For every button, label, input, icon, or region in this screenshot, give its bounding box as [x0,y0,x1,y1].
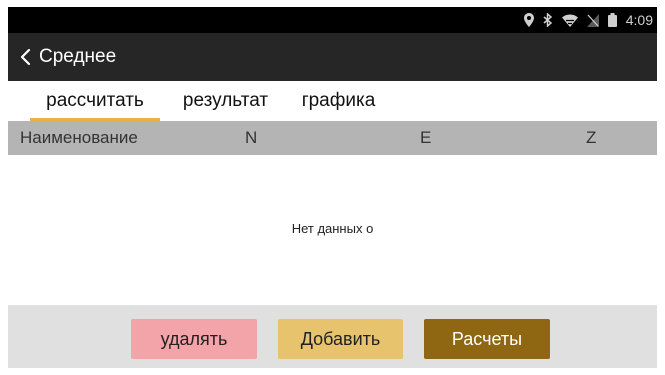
no-sim-icon [586,13,599,27]
page-title: Среднее [39,46,117,67]
status-bar: 4:09 [8,7,657,33]
table-header: Наименование N E Z [8,121,657,155]
app-bar: Среднее [8,33,657,81]
wifi-icon [561,14,578,27]
battery-icon [607,13,617,27]
app-screen: 4:09 Среднее рассчитать результат график… [8,7,657,368]
tab-bar: рассчитать результат графика [8,81,657,121]
empty-state-message: Нет данных о [291,221,374,236]
action-bar: удалять Добавить Расчеты [8,305,657,368]
table-body: Нет данных о [8,155,657,305]
bluetooth-icon [543,13,553,27]
column-header-z: Z [586,128,597,147]
tab-calculate[interactable]: рассчитать [30,81,160,121]
delete-button[interactable]: удалять [131,319,257,359]
column-header-name: Наименование [20,128,138,147]
tab-graphics[interactable]: графика [291,81,386,121]
clock: 4:09 [625,12,653,28]
calculate-button[interactable]: Расчеты [424,319,550,359]
chevron-left-icon [20,48,31,66]
add-button[interactable]: Добавить [278,319,403,359]
back-button[interactable] [8,33,39,81]
tab-result[interactable]: результат [168,81,283,121]
column-header-n: N [245,128,258,147]
location-icon [523,13,534,27]
column-header-e: E [420,128,432,147]
